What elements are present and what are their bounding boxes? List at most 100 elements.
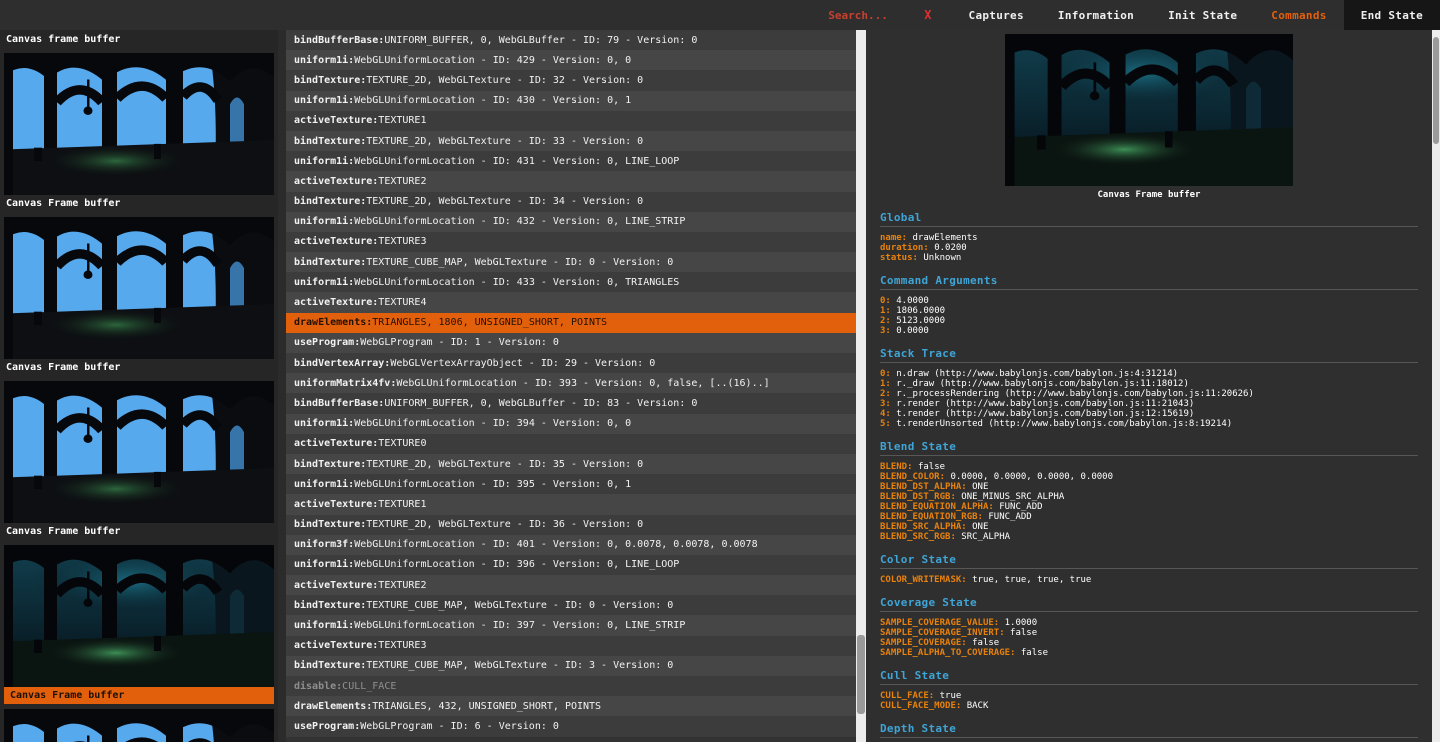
section-cull-state: Cull State CULL_FACE: true CULL_FACE_MODE:… <box>880 669 1418 711</box>
command-args: UNIFORM_BUFFER, 0, WebGLBuffer - ID: 79 … <box>384 34 698 46</box>
command-row-bindTexture[interactable]: bindTexture: TEXTURE_2D, WebGLTexture - … <box>286 453 856 475</box>
framebuffer-thumbnail[interactable] <box>4 545 274 687</box>
tab-captures[interactable]: Captures <box>952 0 1041 30</box>
command-args: WebGLProgram - ID: 1 - Version: 0 <box>360 337 559 349</box>
tab-init-state[interactable]: Init State <box>1151 0 1254 30</box>
command-scrollbar-thumb[interactable] <box>857 635 865 714</box>
command-row-useProgram[interactable]: useProgram: WebGLProgram - ID: 6 - Versi… <box>286 716 856 737</box>
framebuffer-item[interactable]: Canvas Frame buffer <box>4 545 274 704</box>
command-name: bindTexture: <box>294 458 367 470</box>
framebuffer-item[interactable]: Canvas Frame buffer <box>4 217 274 376</box>
search-clear-button[interactable]: X <box>922 8 943 22</box>
detail-scrollbar-thumb[interactable] <box>1433 37 1439 144</box>
command-name: bindVertexArray: <box>294 357 391 369</box>
search-input[interactable] <box>826 7 923 23</box>
command-row-uniform1i[interactable]: uniform1i: WebGLUniformLocation - ID: 43… <box>286 272 856 293</box>
framebuffer-item[interactable] <box>4 709 274 742</box>
command-row-uniformMatrix4fv[interactable]: uniformMatrix4fv: WebGLUniformLocation -… <box>286 373 856 394</box>
state-row: BLEND_SRC_RGB: SRC_ALPHA <box>880 532 1418 542</box>
state-row: BLEND_SRC_ALPHA: ONE <box>880 522 1418 532</box>
command-row-activeTexture[interactable]: activeTexture: TEXTURE1 <box>286 110 856 131</box>
command-args: CULL_FACE <box>342 680 397 692</box>
command-row-bindTexture[interactable]: bindTexture: TEXTURE_CUBE_MAP, WebGLText… <box>286 595 856 616</box>
state-row: 3: r.render (http://www.babylonjs.com/ba… <box>880 399 1418 409</box>
state-row: name: drawElements <box>880 233 1418 243</box>
state-row: COLOR_WRITEMASK: true, true, true, true <box>880 575 1418 585</box>
command-args: TEXTURE_2D, WebGLTexture - ID: 36 - Vers… <box>366 519 644 531</box>
framebuffer-label-partial[interactable]: Canvas frame buffer <box>4 30 274 48</box>
state-key: 4: <box>880 409 897 419</box>
framebuffer-label[interactable]: Canvas Frame buffer <box>4 523 274 540</box>
command-row-drawElements[interactable]: drawElements: TRIANGLES, 1806, UNSIGNED_… <box>286 312 856 333</box>
detail-scrollbar[interactable] <box>1432 30 1440 742</box>
command-row-uniform3f[interactable]: uniform3f: WebGLUniformLocation - ID: 40… <box>286 534 856 555</box>
command-row-bindBufferBase[interactable]: bindBufferBase: UNIFORM_BUFFER, 0, WebGL… <box>286 30 856 51</box>
command-row-uniform1i[interactable]: uniform1i: WebGLUniformLocation - ID: 39… <box>286 474 856 495</box>
command-name: activeTexture: <box>294 498 379 510</box>
command-row-drawElements[interactable]: drawElements: TRIANGLES, 432, UNSIGNED_S… <box>286 696 856 717</box>
framebuffer-thumbnail[interactable] <box>4 217 274 359</box>
command-name: bindTexture: <box>294 256 367 268</box>
command-row-bindTexture[interactable]: bindTexture: TEXTURE_2D, WebGLTexture - … <box>286 514 856 535</box>
state-value: r._processRendering (http://www.babylonj… <box>896 389 1254 399</box>
framebuffer-thumbnail[interactable] <box>4 709 274 742</box>
command-args: WebGLUniformLocation - ID: 432 - Version… <box>354 216 686 228</box>
state-key: duration: <box>880 243 935 253</box>
command-row-bindBufferBase[interactable]: bindBufferBase: UNIFORM_BUFFER, 0, WebGL… <box>286 393 856 414</box>
command-row-activeTexture[interactable]: activeTexture: TEXTURE3 <box>286 231 856 253</box>
state-row: BLEND: false <box>880 462 1418 472</box>
state-key: name: <box>880 233 913 243</box>
state-key: 3: <box>880 326 897 336</box>
state-value: true <box>939 691 962 701</box>
command-row-bindTexture[interactable]: bindTexture: TEXTURE_CUBE_MAP, WebGLText… <box>286 655 856 676</box>
command-row-uniform1i[interactable]: uniform1i: WebGLUniformLocation - ID: 39… <box>286 615 856 636</box>
preview-image <box>1005 34 1293 186</box>
command-row-uniform1i[interactable]: uniform1i: WebGLUniformLocation - ID: 39… <box>286 413 856 434</box>
command-args: TEXTURE_2D, WebGLTexture - ID: 35 - Vers… <box>366 458 644 470</box>
command-row-bindVertexArray[interactable]: bindVertexArray: WebGLVertexArrayObject … <box>286 353 856 374</box>
state-value: r.render (http://www.babylonjs.com/babyl… <box>896 399 1195 409</box>
framebuffer-thumbnail[interactable] <box>4 53 274 195</box>
command-row-uniform1i[interactable]: uniform1i: WebGLUniformLocation - ID: 43… <box>286 151 856 172</box>
command-args: WebGLUniformLocation - ID: 430 - Version… <box>354 95 632 107</box>
command-row-bindTexture[interactable]: bindTexture: TEXTURE_CUBE_MAP, WebGLText… <box>286 252 856 273</box>
command-name: disable: <box>294 680 343 692</box>
command-list-scrollbar[interactable] <box>856 30 866 742</box>
tab-information[interactable]: Information <box>1041 0 1151 30</box>
framebuffer-thumbnail[interactable] <box>4 381 274 523</box>
command-args: WebGLUniformLocation - ID: 401 - Version… <box>354 539 758 551</box>
framebuffer-label[interactable]: Canvas Frame buffer <box>4 359 274 376</box>
tab-commands[interactable]: Commands <box>1254 0 1343 30</box>
framebuffer-label[interactable]: Canvas Frame buffer <box>4 195 274 212</box>
command-row-activeTexture[interactable]: activeTexture: TEXTURE2 <box>286 171 856 192</box>
command-detail-panel: Canvas Frame buffer Global name: drawElem… <box>866 30 1432 742</box>
framebuffer-item[interactable]: Canvas Frame buffer <box>4 381 274 540</box>
command-row-activeTexture[interactable]: activeTexture: TEXTURE2 <box>286 575 856 596</box>
command-row-bindTexture[interactable]: bindTexture: TEXTURE_2D, WebGLTexture - … <box>286 130 856 152</box>
state-row: BLEND_DST_ALPHA: ONE <box>880 482 1418 492</box>
command-row-bindTexture[interactable]: bindTexture: TEXTURE_2D, WebGLTexture - … <box>286 70 856 91</box>
command-row-activeTexture[interactable]: activeTexture: TEXTURE1 <box>286 494 856 515</box>
command-name: bindTexture: <box>294 599 367 611</box>
command-args: WebGLUniformLocation - ID: 395 - Version… <box>354 478 632 490</box>
state-key: 1: <box>880 306 897 316</box>
command-row-bindTexture[interactable]: bindTexture: TEXTURE_2D, WebGLTexture - … <box>286 191 856 212</box>
command-args: TEXTURE2 <box>378 175 427 187</box>
command-row-useProgram[interactable]: useProgram: WebGLProgram - ID: 1 - Versi… <box>286 332 856 353</box>
tab-end-state[interactable]: End State <box>1343 0 1440 30</box>
command-row-activeTexture[interactable]: activeTexture: TEXTURE3 <box>286 635 856 656</box>
framebuffer-item[interactable]: Canvas Frame buffer <box>4 53 274 212</box>
command-row-activeTexture[interactable]: activeTexture: TEXTURE0 <box>286 433 856 454</box>
command-row-disable[interactable]: disable: CULL_FACE <box>286 676 856 697</box>
framebuffer-label-selected[interactable]: Canvas Frame buffer <box>4 687 274 704</box>
command-row-uniform1i[interactable]: uniform1i: WebGLUniformLocation - ID: 43… <box>286 90 856 111</box>
command-row-uniform1i[interactable]: uniform1i: WebGLUniformLocation - ID: 42… <box>286 50 856 71</box>
section-depth-state: Depth StateDEPTH_TEST: trueDEPTH_FUNC: L… <box>880 722 1418 742</box>
command-args: TEXTURE_2D, WebGLTexture - ID: 33 - Vers… <box>366 135 644 147</box>
command-row-uniform1i[interactable]: uniform1i: WebGLUniformLocation - ID: 39… <box>286 554 856 576</box>
state-row: 1: r._draw (http://www.babylonjs.com/bab… <box>880 379 1418 389</box>
command-row-uniform1i[interactable]: uniform1i: WebGLUniformLocation - ID: 43… <box>286 211 856 232</box>
state-row: 2: 5123.0000 <box>880 316 1418 326</box>
command-name: uniform3f: <box>294 539 355 551</box>
command-row-activeTexture[interactable]: activeTexture: TEXTURE4 <box>286 292 856 313</box>
